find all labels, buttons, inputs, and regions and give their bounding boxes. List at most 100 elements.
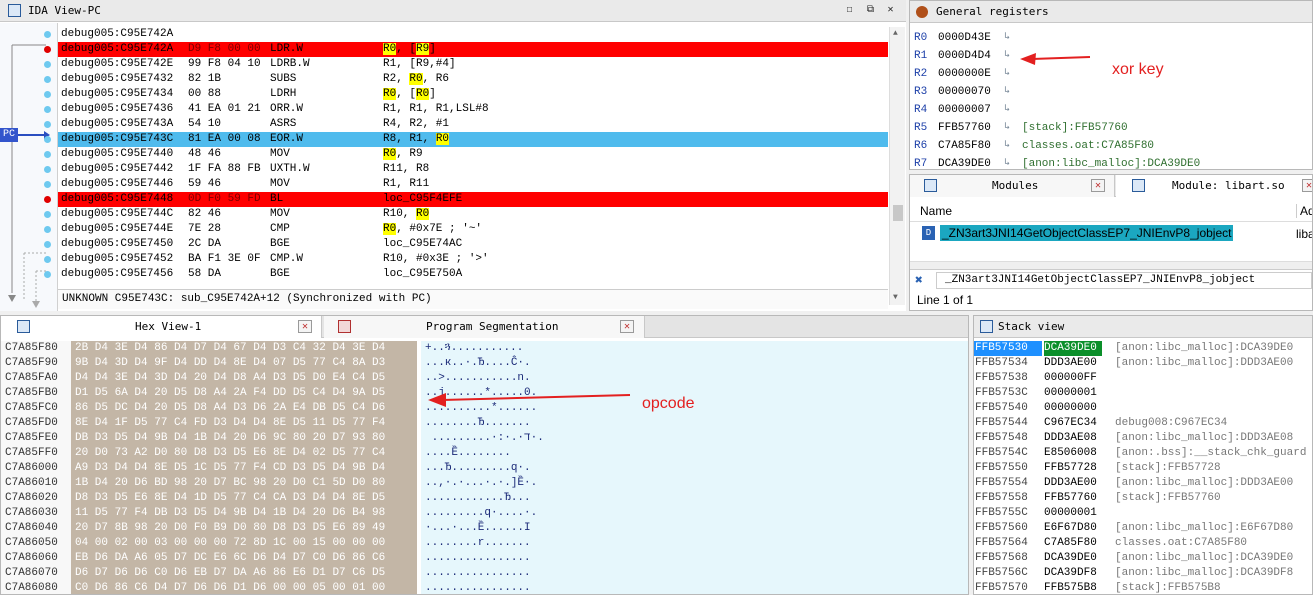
hex-bytes[interactable]: EB D6 DA A6 05 D7 DC E6 6C D6 D4 D7 C0 D… bbox=[75, 551, 385, 566]
register-row[interactable]: R5 FFB57760 ↳ [stack]:FFB57760 bbox=[910, 119, 1312, 137]
register-value[interactable]: 00000007 bbox=[938, 101, 991, 119]
highlighted-register[interactable]: R0 bbox=[416, 88, 430, 100]
register-value[interactable]: 00000070 bbox=[938, 83, 991, 101]
stack-row[interactable]: FFB57568 DCA39DE0 [anon:libc_malloc]:DCA39… bbox=[974, 551, 1312, 566]
highlighted-register[interactable]: R9 bbox=[416, 43, 430, 55]
hex-bytes[interactable]: C0 D6 86 C6 D4 D7 D6 D6 D1 D6 00 00 05 0… bbox=[75, 581, 385, 594]
stack-value[interactable]: DDD3AE00 bbox=[1044, 476, 1102, 491]
disasm-line[interactable]: debug005:C95E7446 59 46 MOV R1, R11 bbox=[44, 177, 888, 192]
scroll-down-icon[interactable]: ▼ bbox=[893, 293, 898, 302]
line-dot-icon[interactable] bbox=[44, 241, 51, 248]
jump-icon[interactable]: ↳ bbox=[1004, 65, 1010, 83]
line-dot-icon[interactable] bbox=[44, 136, 51, 143]
close-tab-segmentation-icon[interactable]: ✕ bbox=[620, 320, 634, 333]
disasm-line[interactable]: debug005:C95E742A bbox=[44, 27, 888, 42]
tab-modules[interactable]: Modules ✕ bbox=[910, 175, 1115, 197]
hex-ascii[interactable]: ..j......*.....0. bbox=[425, 386, 537, 401]
modules-hscroll[interactable] bbox=[910, 261, 1312, 269]
stack-value[interactable]: FFB57760 bbox=[1044, 491, 1102, 506]
hex-row[interactable]: C7A85F90 9B D4 3D D4 9F D4 DD D4 8E D4 07… bbox=[1, 356, 968, 371]
hex-ascii[interactable]: ................ bbox=[425, 566, 531, 581]
stack-value[interactable]: 00000000 bbox=[1044, 401, 1102, 416]
hex-row[interactable]: C7A85F80 2B D4 3E D4 86 D4 D7 D4 67 D4 D3… bbox=[1, 341, 968, 356]
stack-row[interactable]: FFB5755C 00000001 bbox=[974, 506, 1312, 521]
hex-bytes[interactable]: 20 D0 73 A2 D0 80 D8 D3 D5 E6 8E D4 02 D… bbox=[75, 446, 385, 461]
hex-row[interactable]: C7A86010 1B D4 20 D6 BD 98 20 D7 BC 98 20… bbox=[1, 476, 968, 491]
hex-row[interactable]: C7A86070 D6 D7 D6 D6 C0 D6 EB D7 DA A6 86… bbox=[1, 566, 968, 581]
line-dot-icon[interactable] bbox=[44, 76, 51, 83]
line-dot-icon[interactable] bbox=[44, 166, 51, 173]
register-value[interactable]: 0000D4D4 bbox=[938, 47, 991, 65]
disasm-line[interactable]: debug005:C95E7456 58 DA BGE loc_C95E750A bbox=[44, 267, 888, 282]
stack-value[interactable]: FFB57728 bbox=[1044, 461, 1102, 476]
line-dot-icon[interactable] bbox=[44, 271, 51, 278]
stack-row[interactable]: FFB5753C 00000001 bbox=[974, 386, 1312, 401]
close-tab-hex-icon[interactable]: ✕ bbox=[298, 320, 312, 333]
hex-bytes[interactable]: D1 D5 6A D4 20 D5 D8 A4 2A F4 DD D5 C4 D… bbox=[75, 386, 385, 401]
highlighted-register[interactable]: R0 bbox=[435, 133, 450, 145]
stack-value[interactable]: 00000001 bbox=[1044, 506, 1102, 521]
scroll-up-icon[interactable]: ▲ bbox=[893, 29, 898, 38]
restore-icon[interactable]: ☐ bbox=[843, 4, 856, 17]
hex-bytes[interactable]: 04 00 02 00 03 00 00 00 72 8D 1C 00 15 0… bbox=[75, 536, 385, 551]
stack-list[interactable]: FFB57530 DCA39DE0 [anon:libc_malloc]:DCA39… bbox=[974, 341, 1312, 594]
register-row[interactable]: R4 00000007 ↳ bbox=[910, 101, 1312, 119]
hex-bytes[interactable]: 11 D5 77 F4 DB D3 D5 D4 9B D4 1B D4 20 D… bbox=[75, 506, 385, 521]
hex-row[interactable]: C7A85FA0 D4 D4 3E D4 3D D4 20 D4 D8 A4 D3… bbox=[1, 371, 968, 386]
jump-icon[interactable]: ↳ bbox=[1004, 83, 1010, 101]
hex-row[interactable]: C7A86060 EB D6 DA A6 05 D7 DC E6 6C D6 D4… bbox=[1, 551, 968, 566]
jump-icon[interactable]: ↳ bbox=[1004, 101, 1010, 119]
stack-value[interactable]: DCA39DE0 bbox=[1044, 341, 1102, 356]
hex-ascii[interactable]: ...Ђ.........q·. bbox=[425, 461, 531, 476]
breakpoint-icon[interactable] bbox=[44, 196, 51, 203]
hex-ascii[interactable]: ..>...........n. bbox=[425, 371, 531, 386]
tab-hex-view[interactable]: Hex View-1 ✕ bbox=[1, 316, 322, 338]
jump-icon[interactable]: ↳ bbox=[1004, 155, 1010, 169]
disasm-line[interactable]: debug005:C95E7440 48 46 MOV R0, R9 bbox=[44, 147, 888, 162]
hex-ascii[interactable]: ............Ђ... bbox=[425, 491, 531, 506]
stack-value[interactable]: C7A85F80 bbox=[1044, 536, 1102, 551]
stack-row[interactable]: FFB57554 DDD3AE00 [anon:libc_malloc]:DDD3A… bbox=[974, 476, 1312, 491]
line-dot-icon[interactable] bbox=[44, 121, 51, 128]
float-icon[interactable]: ⧉ bbox=[864, 4, 877, 17]
hex-ascii[interactable]: ................ bbox=[425, 581, 531, 594]
line-dot-icon[interactable] bbox=[44, 226, 51, 233]
stack-value[interactable]: DDD3AE00 bbox=[1044, 356, 1102, 371]
hex-ascii[interactable]: .........·:·.·ד·. bbox=[425, 431, 544, 446]
stack-value[interactable]: DDD3AE08 bbox=[1044, 431, 1102, 446]
hex-row[interactable]: C7A85FF0 20 D0 73 A2 D0 80 D8 D3 D5 E6 8E… bbox=[1, 446, 968, 461]
hex-ascii[interactable]: ..,·.·...·.·.]Ȅ·. bbox=[425, 476, 537, 491]
line-dot-icon[interactable] bbox=[44, 211, 51, 218]
line-dot-icon[interactable] bbox=[44, 31, 51, 38]
register-value[interactable]: C7A85F80 bbox=[938, 137, 991, 155]
line-dot-icon[interactable] bbox=[44, 151, 51, 158]
hex-row[interactable]: C7A85FE0 DB D3 D5 D4 9B D4 1B D4 20 D6 9C… bbox=[1, 431, 968, 446]
vertical-scrollbar[interactable]: ▲ ▼ bbox=[889, 27, 905, 305]
stack-value[interactable]: DCA39DF8 bbox=[1044, 566, 1102, 581]
hex-bytes[interactable]: D4 D4 3E D4 3D D4 20 D4 D8 A4 D3 D5 D0 E… bbox=[75, 371, 385, 386]
register-list[interactable]: R0 0000D43E ↳ R1 0000D4D4 ↳ R2 0000000E ↳ R3 00000… bbox=[910, 29, 1312, 169]
hex-bytes[interactable]: 1B D4 20 D6 BD 98 20 D7 BC 98 20 D0 C1 5… bbox=[75, 476, 385, 491]
disasm-line[interactable]: debug005:C95E743A 54 10 ASRS R4, R2, #1 bbox=[44, 117, 888, 132]
hex-bytes[interactable]: D8 D3 D5 E6 8E D4 1D D5 77 C4 CA D3 D4 D… bbox=[75, 491, 385, 506]
disasm-line[interactable]: debug005:C95E743C 81 EA 00 08 EOR.W R8, R1,… bbox=[44, 132, 888, 147]
disasm-line[interactable]: debug005:C95E7452 BA F1 3E 0F CMP.W R10, #0… bbox=[44, 252, 888, 267]
highlighted-register[interactable]: R0 bbox=[383, 43, 397, 55]
register-row[interactable]: R0 0000D43E ↳ bbox=[910, 29, 1312, 47]
highlighted-register[interactable]: R0 bbox=[383, 148, 397, 160]
stack-value[interactable]: C967EC34 bbox=[1044, 416, 1102, 431]
close-tab-modules-icon[interactable]: ✕ bbox=[1091, 179, 1105, 192]
scroll-thumb[interactable] bbox=[893, 205, 903, 221]
hex-row[interactable]: C7A86020 D8 D3 D5 E6 8E D4 1D D5 77 C4 CA… bbox=[1, 491, 968, 506]
close-tab-module-icon[interactable]: ✕ bbox=[1302, 179, 1312, 192]
hex-row[interactable]: C7A85FB0 D1 D5 6A D4 20 D5 D8 A4 2A F4 DD… bbox=[1, 386, 968, 401]
register-value[interactable]: 0000000E bbox=[938, 65, 991, 83]
module-row[interactable]: D _ZN3art3JNI14GetObjectClassEP7_JNIEnvP… bbox=[910, 224, 1312, 244]
jump-icon[interactable]: ↳ bbox=[1004, 119, 1010, 137]
line-dot-icon[interactable] bbox=[44, 91, 51, 98]
disasm-line[interactable]: debug005:C95E7436 41 EA 01 21 ORR.W R1, R1,… bbox=[44, 102, 888, 117]
disasm-line[interactable]: debug005:C95E7434 00 88 LDRH R0, [R0] bbox=[44, 87, 888, 102]
stack-row[interactable]: FFB5754C E8506008 [anon:.bss]:__stack_chk_… bbox=[974, 446, 1312, 461]
hex-ascii[interactable]: ................ bbox=[425, 551, 531, 566]
hex-row[interactable]: C7A86050 04 00 02 00 03 00 00 00 72 8D 1C… bbox=[1, 536, 968, 551]
